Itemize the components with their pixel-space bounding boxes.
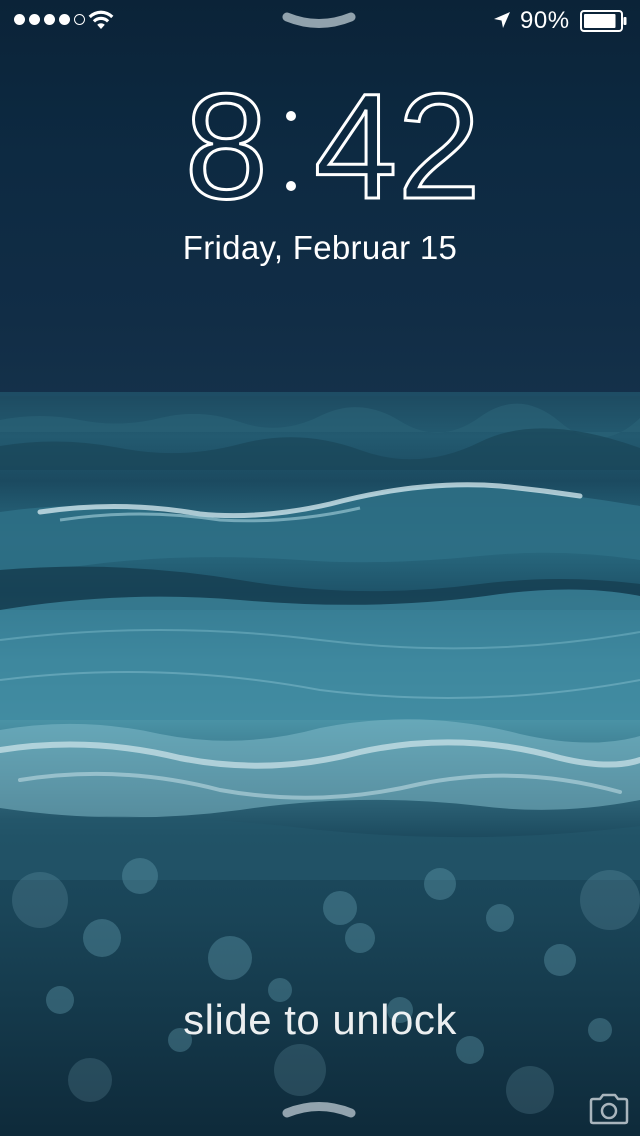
status-bar: 90%	[0, 0, 640, 40]
clock-colon-dot	[286, 111, 296, 121]
lock-date: Friday, Februar 15	[182, 229, 458, 266]
clock-colon-dot	[286, 181, 296, 191]
cellular-signal-indicator	[14, 14, 85, 25]
chevron-up-handle-icon[interactable]	[281, 1098, 357, 1120]
chevron-down-handle-icon[interactable]	[281, 10, 357, 32]
slide-to-unlock-label[interactable]: slide to unlock	[100, 994, 540, 1046]
signal-dot	[14, 14, 25, 25]
signal-dot-empty	[74, 14, 85, 25]
clock-hours: 8	[185, 80, 268, 210]
signal-dot	[44, 14, 55, 25]
location-arrow-icon	[494, 12, 510, 28]
wifi-icon	[88, 10, 114, 29]
signal-dot	[59, 14, 70, 25]
clock-minutes: 42	[314, 80, 481, 210]
battery-fill	[584, 14, 616, 28]
battery-percentage: 90%	[520, 7, 570, 34]
battery-icon	[580, 10, 627, 32]
signal-dot	[29, 14, 40, 25]
camera-icon[interactable]	[588, 1092, 630, 1126]
lock-clock: 8 42	[183, 80, 482, 210]
lock-screen: 90% 8 42 Friday, Februar 15 slide to unl…	[0, 0, 640, 1136]
